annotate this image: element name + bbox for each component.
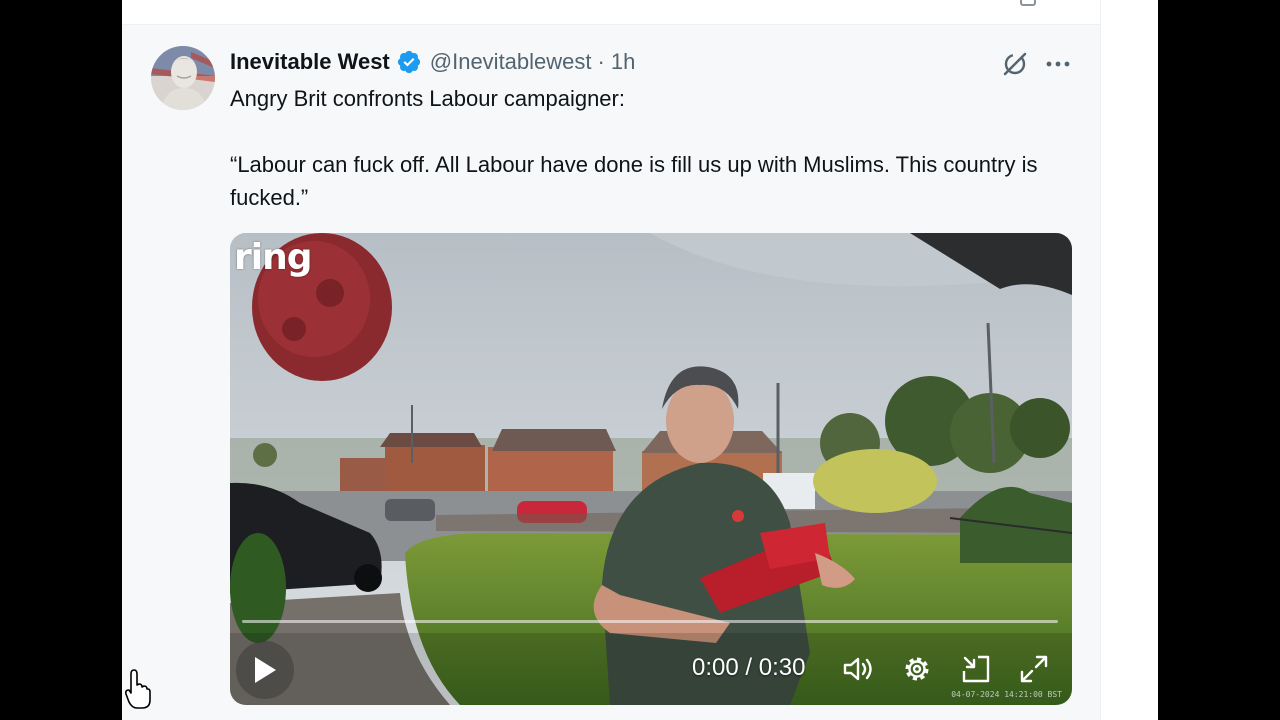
picture-in-picture-icon	[962, 655, 990, 683]
tweet-text-line: Angry Brit confronts Labour campaigner:	[230, 86, 625, 111]
grok-icon[interactable]	[1000, 49, 1030, 79]
verified-badge-icon	[397, 50, 420, 74]
play-icon	[255, 657, 276, 683]
tweet-text: Angry Brit confronts Labour campaigner: “…	[230, 82, 1070, 214]
tweet[interactable]: Inevitable West @Inevitablewest · 1h Ang…	[122, 25, 1100, 720]
camera-timestamp: 04-07-2024 14:21:00 BST	[951, 690, 1062, 699]
avatar[interactable]	[151, 46, 215, 110]
settings-button[interactable]	[899, 651, 935, 687]
play-button[interactable]	[236, 641, 294, 699]
author-handle[interactable]: @Inevitablewest	[430, 49, 592, 75]
right-column-edge	[1100, 0, 1158, 720]
share-icon[interactable]	[1020, 0, 1036, 6]
video-player[interactable]: ring 04-07-2024 14:21:00 BST 0:00 / 0:30	[230, 233, 1072, 705]
pointer-cursor-icon	[125, 669, 151, 709]
tweet-quote: “Labour can fuck off. All Labour have do…	[230, 152, 1044, 210]
previous-post	[122, 0, 1100, 25]
timeline: Inevitable West @Inevitablewest · 1h Ang…	[122, 0, 1158, 720]
ring-watermark: ring	[234, 237, 312, 278]
volume-button[interactable]	[840, 651, 876, 687]
fullscreen-icon	[1020, 655, 1048, 683]
video-timecode: 0:00 / 0:30	[692, 654, 806, 681]
picture-in-picture-button[interactable]	[958, 651, 994, 687]
volume-icon	[843, 657, 872, 681]
video-progress-bar[interactable]	[242, 620, 1058, 623]
tweet-header: Inevitable West @Inevitablewest · 1h	[230, 47, 635, 77]
post-time[interactable]: 1h	[611, 49, 635, 75]
video-frame	[230, 233, 1072, 705]
fullscreen-button[interactable]	[1016, 651, 1052, 687]
author-name[interactable]: Inevitable West	[230, 49, 390, 75]
settings-icon	[905, 657, 929, 681]
separator-dot: ·	[597, 49, 605, 74]
more-icon[interactable]	[1042, 49, 1074, 79]
